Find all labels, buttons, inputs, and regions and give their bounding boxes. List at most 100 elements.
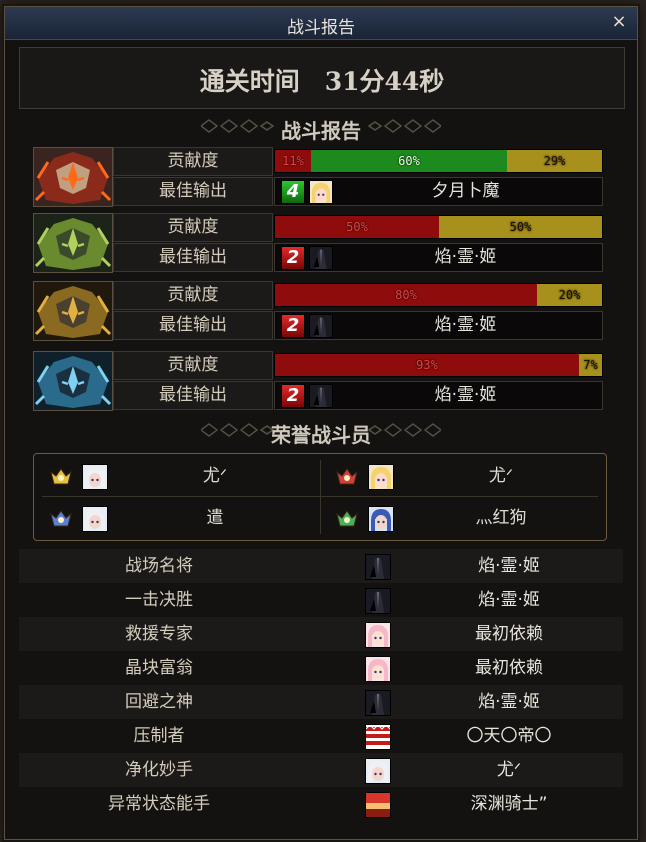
- blue-ice-demon-boss-icon: [33, 351, 113, 411]
- best-output-label: 最佳输出: [113, 243, 273, 272]
- award-title: 异常状态能手: [108, 794, 210, 814]
- honor-member[interactable]: 尤ᐟ: [324, 458, 604, 494]
- gold-medal-icon: [50, 466, 72, 486]
- dark-swordsman-avatar: [365, 588, 391, 614]
- honor-member[interactable]: 尤ᐟ: [38, 458, 318, 494]
- boss-row: 贡献度 最佳输出 93% 7% 2 焰·霊·姬: [33, 351, 603, 411]
- contribution-label: 贡献度: [113, 351, 273, 380]
- section-title: 战斗报告: [281, 119, 361, 143]
- boss-row: 贡献度 最佳输出 11% 60% 29% 4 夕月卜魔: [33, 147, 603, 207]
- award-row: 战场名将 焰·霊·姬: [19, 549, 623, 583]
- green-thorn-demon-boss-icon: [33, 213, 113, 273]
- award-player-name[interactable]: 焰·霊·姬: [399, 583, 619, 617]
- clear-time-panel: 通关时间 31分44秒: [19, 47, 625, 109]
- rank-badge: 2: [281, 246, 305, 270]
- best-output-label: 最佳输出: [113, 311, 273, 340]
- award-title: 一击决胜: [125, 590, 193, 610]
- red-banner-avatar: [365, 792, 391, 818]
- best-output-player-name[interactable]: 焰·霊·姬: [335, 312, 596, 339]
- red-medal-icon: [336, 466, 358, 486]
- contribution-label: 贡献度: [113, 213, 273, 242]
- award-row: 净化妙手 尤ᐟ: [19, 753, 623, 787]
- section-title: 荣誉战斗员: [271, 423, 371, 447]
- best-output-box: 4 夕月卜魔: [274, 177, 603, 206]
- battle-report-header: 战斗报告: [19, 111, 623, 145]
- award-row: 回避之神 焰·霊·姬: [19, 685, 623, 719]
- award-title: 压制者: [133, 726, 185, 746]
- contribution-segment: 80%: [275, 284, 537, 306]
- award-title: 救援专家: [125, 624, 193, 644]
- award-title: 晶块富翁: [125, 658, 193, 678]
- honor-member-name: 灬红狗: [475, 508, 527, 528]
- award-row: 异常状态能手 深渊骑士”: [19, 787, 623, 821]
- boss-row: 贡献度 最佳输出 50% 50% 2 焰·霊·姬: [33, 213, 603, 273]
- contribution-segment: 20%: [537, 284, 602, 306]
- honor-member-name: 尤ᐟ: [202, 466, 228, 486]
- best-output-label: 最佳输出: [113, 177, 273, 206]
- dark-swordsman-avatar: [309, 384, 333, 408]
- contribution-label: 贡献度: [113, 147, 273, 176]
- best-output-player-name[interactable]: 夕月卜魔: [335, 178, 596, 205]
- award-title: 净化妙手: [125, 760, 193, 780]
- honor-member[interactable]: 灬红狗: [324, 500, 604, 536]
- best-output-player-name[interactable]: 焰·霊·姬: [335, 382, 596, 409]
- best-output-label: 最佳输出: [113, 381, 273, 410]
- white-hair-girl-avatar: [82, 464, 108, 490]
- best-output-player-name[interactable]: 焰·霊·姬: [335, 244, 596, 271]
- award-row: 一击决胜 焰·霊·姬: [19, 583, 623, 617]
- ornament-right-icon: [367, 119, 441, 133]
- contribution-segment: 60%: [311, 150, 507, 172]
- white-hair-girl-avatar: [82, 506, 108, 532]
- blonde-girl-avatar: [368, 464, 394, 490]
- award-player-name[interactable]: 尤ᐟ: [399, 753, 619, 787]
- award-player-name[interactable]: 焰·霊·姬: [399, 549, 619, 583]
- contribution-segment: 7%: [579, 354, 602, 376]
- battle-report-window: 战斗报告 × 通关时间 31分44秒 战斗报告 贡献度 最佳输出 11% 60% 29%…: [4, 6, 638, 840]
- title-bar[interactable]: 战斗报告 ×: [5, 7, 637, 40]
- contribution-segment: 93%: [275, 354, 579, 376]
- contribution-segment: 29%: [507, 150, 602, 172]
- contribution-bar: 93% 7%: [274, 353, 603, 377]
- blue-medal-icon: [50, 508, 72, 528]
- honor-members-panel: 尤ᐟ 尤ᐟ 遣 灬红狗: [33, 453, 607, 541]
- rank-badge: 2: [281, 314, 305, 338]
- contribution-label: 贡献度: [113, 281, 273, 310]
- blonde-girl-avatar: [309, 180, 333, 204]
- contribution-segment: 50%: [275, 216, 439, 238]
- awards-list: 战场名将 焰·霊·姬 一击决胜 焰·霊·姬 救援专家 最初依赖 晶块富翁 最初依赖 回避之神 焰·…: [19, 543, 623, 835]
- honor-member-name: 尤ᐟ: [488, 466, 514, 486]
- award-player-name[interactable]: 〇天〇帝〇: [399, 719, 619, 753]
- boss-row: 贡献度 最佳输出 80% 20% 2 焰·霊·姬: [33, 281, 603, 341]
- award-player-name[interactable]: 最初依赖: [399, 617, 619, 651]
- clear-time-text: 通关时间 31分44秒: [199, 67, 445, 96]
- window-title: 战斗报告: [287, 18, 355, 38]
- honor-header: 荣誉战斗员: [19, 415, 623, 449]
- red-striped-avatar: [365, 724, 391, 750]
- green-medal-icon: [336, 508, 358, 528]
- pink-hair-girl-avatar: [365, 656, 391, 682]
- award-player-name[interactable]: 焰·霊·姬: [399, 685, 619, 719]
- award-player-name[interactable]: 最初依赖: [399, 651, 619, 685]
- contribution-segment: 11%: [275, 150, 311, 172]
- award-row: 救援专家 最初依赖: [19, 617, 623, 651]
- blue-hair-girl-avatar: [368, 506, 394, 532]
- honor-member-name: 遣: [206, 508, 224, 528]
- close-button[interactable]: ×: [609, 11, 629, 33]
- award-player-name[interactable]: 深渊骑士”: [399, 787, 619, 821]
- dark-swordsman-avatar: [309, 246, 333, 270]
- best-output-box: 2 焰·霊·姬: [274, 381, 603, 410]
- contribution-bar: 50% 50%: [274, 215, 603, 239]
- award-row: 晶块富翁 最初依赖: [19, 651, 623, 685]
- dark-swordsman-avatar: [365, 690, 391, 716]
- gold-armored-demon-boss-icon: [33, 281, 113, 341]
- contribution-bar: 11% 60% 29%: [274, 149, 603, 173]
- honor-member[interactable]: 遣: [38, 500, 318, 536]
- dark-swordsman-avatar: [309, 314, 333, 338]
- award-title: 战场名将: [125, 556, 193, 576]
- honor-divider: [320, 460, 321, 534]
- ornament-right-icon: [367, 423, 441, 437]
- dark-swordsman-avatar: [365, 554, 391, 580]
- award-title: 回避之神: [125, 692, 193, 712]
- pink-hair-girl-avatar: [365, 622, 391, 648]
- rank-badge: 2: [281, 384, 305, 408]
